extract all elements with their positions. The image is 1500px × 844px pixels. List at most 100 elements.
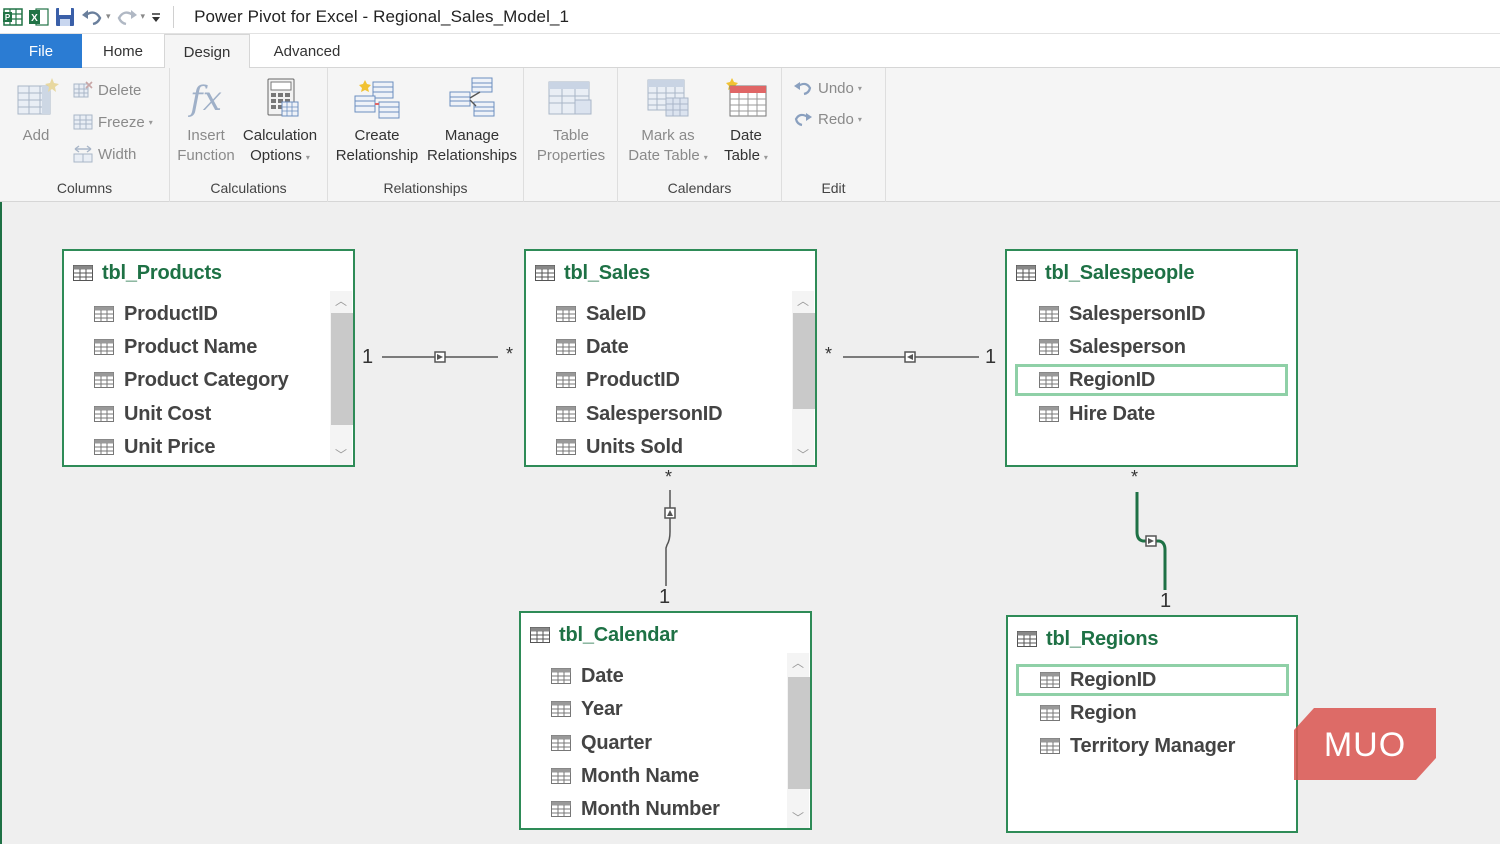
power-pivot-icon[interactable]: P	[2, 2, 24, 32]
field-row[interactable]: SaleID	[556, 299, 646, 329]
table-title: tbl_Sales	[564, 261, 651, 284]
column-icon	[556, 339, 576, 355]
column-width-icon	[72, 145, 94, 163]
field-row[interactable]: Units Sold	[556, 432, 683, 462]
save-icon[interactable]	[54, 2, 76, 32]
calendars-group-label: Calendars	[667, 180, 732, 196]
field-row[interactable]: Product Name	[94, 332, 257, 362]
scroll-down-icon[interactable]: ﹀	[787, 808, 809, 828]
column-icon	[1039, 339, 1059, 355]
tab-advanced[interactable]: Advanced	[250, 34, 364, 68]
field-name: Hire Date	[1069, 402, 1156, 425]
field-row[interactable]: Territory Manager	[1040, 731, 1235, 761]
scroll-down-icon[interactable]: ﹀	[792, 445, 814, 465]
manage-relationships-button[interactable]: Manage Relationships	[424, 76, 520, 166]
field-row[interactable]: Quarter	[551, 728, 652, 758]
scroll-thumb[interactable]	[788, 677, 810, 789]
table-header[interactable]: tbl_Sales	[526, 251, 815, 295]
add-column-icon	[17, 78, 59, 115]
customize-qat-icon[interactable]	[149, 2, 163, 32]
field-row[interactable]: Date	[551, 661, 624, 691]
group-calculations: fx Insert Function Calculation Options ▾ …	[170, 68, 328, 202]
create-relationship-icon	[354, 80, 400, 119]
redo-button[interactable]: Redo ▾	[792, 107, 862, 131]
vertical-scrollbar[interactable]: ︿ ﹀	[787, 653, 810, 828]
create-relationship-button[interactable]: Create Relationship	[332, 76, 422, 166]
freeze-column-icon	[72, 113, 94, 131]
date-table-button[interactable]: Date Table ▾	[714, 76, 778, 168]
table-salespeople[interactable]: tbl_Salespeople SalespersonID Salesperso…	[1005, 249, 1298, 467]
calculation-options-button[interactable]: Calculation Options ▾	[238, 76, 322, 168]
excel-icon[interactable]: X	[28, 2, 50, 32]
field-row[interactable]: Year	[551, 694, 623, 724]
vertical-scrollbar[interactable]: ︿ ﹀	[792, 291, 815, 465]
delete-column-button[interactable]: Delete	[72, 78, 141, 102]
table-properties-label-2: Properties	[536, 147, 606, 164]
field-name: SalespersonID	[1069, 302, 1206, 325]
group-table-properties: Table Properties	[524, 68, 618, 202]
field-row-highlighted[interactable]: RegionID	[1015, 364, 1288, 396]
field-row[interactable]: SalespersonID	[556, 399, 723, 429]
field-row[interactable]: Region	[1040, 698, 1137, 728]
field-row[interactable]: Unit Price	[94, 432, 216, 462]
scroll-up-icon[interactable]: ︿	[330, 291, 352, 311]
table-sales[interactable]: tbl_Sales SaleID Date ProductID Salesper…	[524, 249, 817, 467]
freeze-column-button[interactable]: Freeze ▾	[72, 110, 153, 134]
column-width-button[interactable]: Width	[72, 142, 136, 166]
field-row[interactable]: Month Name	[551, 761, 699, 791]
ribbon-tabs: File Home Design Advanced	[0, 34, 1500, 69]
date-table-icon	[726, 78, 767, 117]
field-row[interactable]: ProductID	[556, 365, 680, 395]
field-row[interactable]: ProductID	[94, 299, 218, 329]
field-name: ProductID	[124, 302, 218, 325]
calculation-options-label-1: Calculation	[242, 127, 318, 144]
vertical-scrollbar[interactable]: ︿ ﹀	[330, 291, 353, 465]
table-header[interactable]: tbl_Salespeople	[1007, 251, 1296, 295]
field-name: Unit Price	[124, 435, 216, 458]
field-row-highlighted[interactable]: RegionID	[1016, 664, 1289, 696]
tab-design[interactable]: Design	[164, 34, 250, 69]
field-row[interactable]: SalespersonID	[1039, 299, 1206, 329]
tab-file[interactable]: File	[0, 34, 82, 68]
table-header[interactable]: tbl_Calendar	[521, 613, 810, 657]
table-regions[interactable]: tbl_Regions RegionID Region Territory Ma…	[1006, 615, 1298, 833]
tab-home[interactable]: Home	[82, 34, 164, 68]
scroll-down-icon[interactable]: ﹀	[330, 445, 352, 465]
relationships-group-label: Relationships	[383, 180, 468, 196]
redo-icon[interactable]: ▾	[115, 2, 145, 32]
column-icon	[1039, 406, 1059, 422]
field-name: Territory Manager	[1070, 734, 1236, 757]
field-name: RegionID	[1070, 668, 1157, 691]
scroll-up-icon[interactable]: ︿	[787, 653, 809, 673]
undo-icon[interactable]: ▾	[80, 2, 111, 32]
delete-column-label: Delete	[98, 81, 142, 99]
scroll-up-icon[interactable]: ︿	[792, 291, 814, 311]
window-title: Power Pivot for Excel - Regional_Sales_M…	[194, 6, 570, 26]
column-icon	[94, 406, 114, 422]
table-products[interactable]: tbl_Products ProductID Product Name Prod…	[62, 249, 355, 467]
field-name: Year	[581, 697, 623, 720]
field-row[interactable]: Product Category	[94, 365, 289, 395]
table-header[interactable]: tbl_Products	[64, 251, 353, 295]
scroll-thumb[interactable]	[331, 313, 353, 425]
insert-function-label-2: Function	[177, 147, 235, 164]
field-row[interactable]: Date	[556, 332, 629, 362]
add-column-button[interactable]: Add	[8, 76, 64, 146]
manage-relationships-label-1: Manage	[444, 127, 500, 144]
table-properties-button[interactable]: Table Properties	[528, 76, 614, 166]
mark-as-date-table-button[interactable]: Mark as Date Table ▾	[622, 76, 714, 168]
table-title: tbl_Regions	[1046, 627, 1159, 650]
field-row[interactable]: Salesperson	[1039, 332, 1186, 362]
column-icon	[1040, 672, 1060, 688]
field-row[interactable]: Month Number	[551, 794, 720, 824]
field-row[interactable]: Unit Cost	[94, 399, 211, 429]
field-row[interactable]: Hire Date	[1039, 399, 1155, 429]
table-header[interactable]: tbl_Regions	[1008, 617, 1296, 661]
svg-text:P: P	[5, 13, 11, 22]
field-name: Date	[581, 664, 624, 687]
undo-button[interactable]: Undo ▾	[792, 76, 862, 100]
insert-function-button[interactable]: fx Insert Function	[172, 76, 240, 166]
ribbon-redo-icon	[792, 110, 814, 128]
scroll-thumb[interactable]	[793, 313, 815, 409]
table-calendar[interactable]: tbl_Calendar Date Year Quarter Month Nam…	[519, 611, 812, 830]
